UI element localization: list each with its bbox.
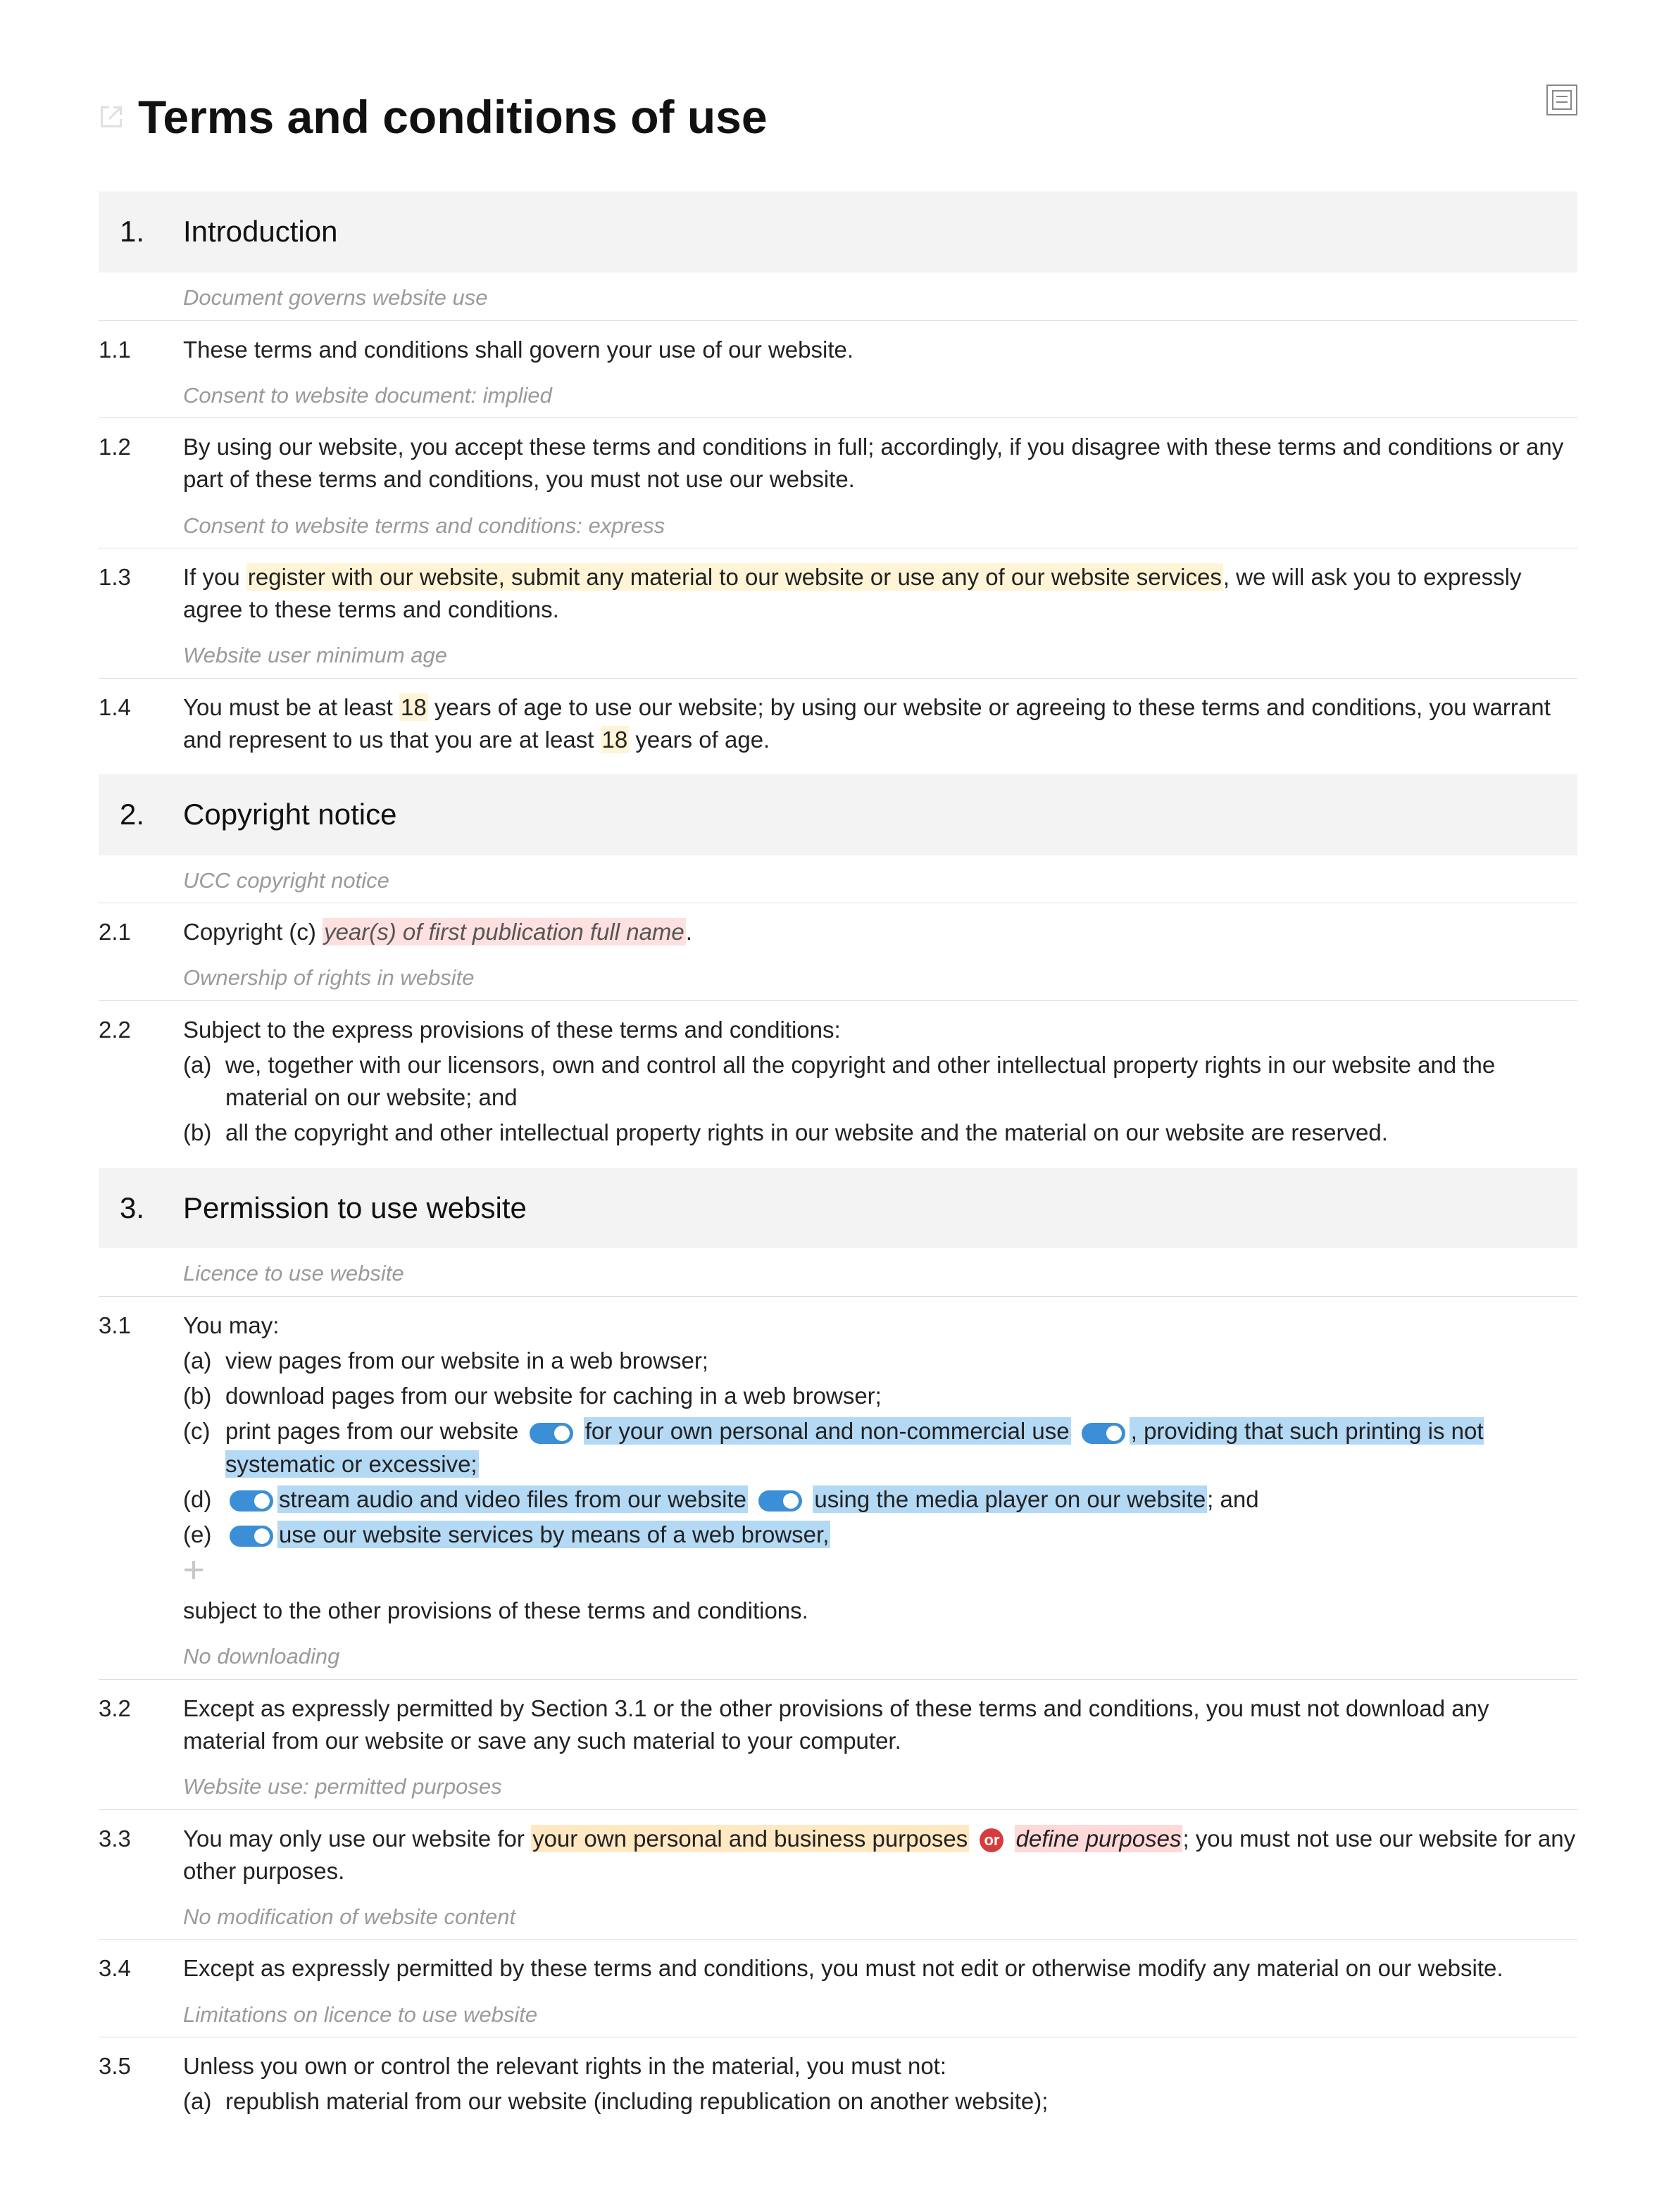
- highlighted-option[interactable]: using the media player on our website: [813, 1485, 1207, 1513]
- variable-placeholder[interactable]: year(s) of first publication full name: [323, 918, 686, 945]
- clause-note: Website user minimum age: [99, 630, 1577, 678]
- clause-note: Limitations on licence to use website: [99, 1990, 1577, 2037]
- clause-note: No downloading: [99, 1631, 1577, 1679]
- sub-clause-a: (a) republish material from our website …: [183, 2085, 1577, 2118]
- highlighted-option[interactable]: for your own personal and non-commercial…: [584, 1417, 1071, 1445]
- add-item-icon[interactable]: [183, 1559, 204, 1581]
- clause-note: Consent to website document: implied: [99, 370, 1577, 418]
- highlighted-text[interactable]: 18: [399, 693, 428, 721]
- sub-clause-c: (c) print pages from our website for you…: [183, 1415, 1577, 1480]
- section-title: Introduction: [183, 211, 337, 253]
- section-title: Copyright notice: [183, 794, 397, 836]
- variable-placeholder[interactable]: define purposes: [1015, 1825, 1183, 1852]
- clause-2-1: 2.1 Copyright (c) year(s) of first publi…: [99, 903, 1577, 953]
- clause-note: Document governs website use: [99, 272, 1577, 320]
- toggle-switch[interactable]: [230, 1490, 273, 1512]
- clause-1-3: 1.3 If you register with our website, su…: [99, 548, 1577, 630]
- clause-1-4: 1.4 You must be at least 18 years of age…: [99, 679, 1577, 760]
- or-separator-badge[interactable]: or: [980, 1828, 1003, 1852]
- clause-note: No modification of website content: [99, 1892, 1577, 1940]
- clause-3-5: 3.5 Unless you own or control the releva…: [99, 2037, 1577, 2122]
- clause-note: Website use: permitted purposes: [99, 1761, 1577, 1809]
- highlighted-option[interactable]: your own personal and business purposes: [531, 1825, 969, 1852]
- section-heading-2: 2. Copyright notice: [99, 774, 1577, 855]
- clause-1-1: 1.1 These terms and conditions shall gov…: [99, 321, 1577, 370]
- clause-3-4: 3.4 Except as expressly permitted by the…: [99, 1940, 1577, 1989]
- page-title: Terms and conditions of use: [138, 84, 768, 149]
- toggle-switch[interactable]: [230, 1526, 273, 1547]
- section-number: 2.: [120, 794, 183, 836]
- sub-clause-d: (d) stream audio and video files from ou…: [183, 1483, 1577, 1516]
- sub-clause-a: (a) view pages from our website in a web…: [183, 1345, 1577, 1377]
- table-of-contents-button[interactable]: [1546, 84, 1577, 115]
- section-heading-1: 1. Introduction: [99, 191, 1577, 272]
- toggle-switch[interactable]: [530, 1423, 573, 1444]
- highlighted-option[interactable]: use our website services by means of a w…: [277, 1521, 830, 1548]
- toggle-switch[interactable]: [1082, 1423, 1125, 1444]
- section-number: 3.: [120, 1188, 183, 1229]
- toggle-switch[interactable]: [758, 1490, 802, 1512]
- clause-1-2: 1.2 By using our website, you accept the…: [99, 418, 1577, 500]
- clause-note: Licence to use website: [99, 1248, 1577, 1296]
- document-header: Terms and conditions of use: [99, 84, 1577, 149]
- highlighted-text[interactable]: 18: [601, 726, 630, 753]
- highlighted-option[interactable]: stream audio and video files from our we…: [277, 1485, 748, 1513]
- clause-note: Consent to website terms and conditions:…: [99, 501, 1577, 548]
- section-heading-3: 3. Permission to use website: [99, 1168, 1577, 1249]
- section-title: Permission to use website: [183, 1188, 527, 1229]
- clause-3-1: 3.1 You may: (a) view pages from our web…: [99, 1297, 1577, 1632]
- clause-2-2: 2.2 Subject to the express provisions of…: [99, 1001, 1577, 1154]
- section-number: 1.: [120, 211, 183, 253]
- clause-note: Ownership of rights in website: [99, 953, 1577, 1000]
- external-link-icon: [99, 104, 124, 130]
- sub-clause-b: (b) all the copyright and other intellec…: [183, 1117, 1577, 1149]
- clause-3-2: 3.2 Except as expressly permitted by Sec…: [99, 1680, 1577, 1761]
- sub-clause-e: (e) use our website services by means of…: [183, 1519, 1577, 1551]
- sub-clause-a: (a) we, together with our licensors, own…: [183, 1049, 1577, 1114]
- sub-clause-b: (b) download pages from our website for …: [183, 1380, 1577, 1412]
- clause-3-3: 3.3 You may only use our website for you…: [99, 1810, 1577, 1892]
- clause-note: UCC copyright notice: [99, 855, 1577, 903]
- highlighted-text[interactable]: register with our website, submit any ma…: [246, 563, 1223, 591]
